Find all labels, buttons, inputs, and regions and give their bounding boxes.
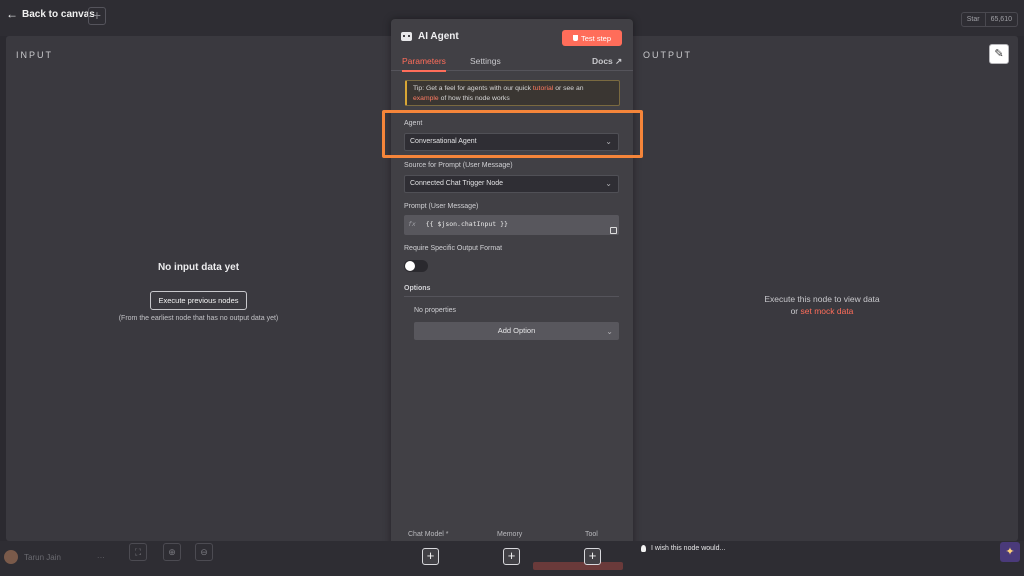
source-select-value: Connected Chat Trigger Node xyxy=(410,180,503,187)
tip-callout: Tip: Get a feel for agents with our quic… xyxy=(405,80,620,106)
tip-prefix: Tip: Get a feel for agents with our quic… xyxy=(413,85,531,92)
tool-connector-label: Tool xyxy=(585,531,598,538)
node-header: AI Agent xyxy=(401,31,459,42)
add-node-button[interactable]: + xyxy=(88,7,106,25)
docs-link[interactable]: Docs ↗ xyxy=(592,56,622,67)
test-step-button[interactable]: Test step xyxy=(562,30,622,46)
more-options-icon[interactable]: ··· xyxy=(97,553,105,562)
docs-label: Docs xyxy=(592,56,613,66)
options-label: Options xyxy=(404,285,431,292)
tab-settings[interactable]: Settings xyxy=(470,56,501,66)
add-option-label: Add Option xyxy=(497,326,536,335)
output-format-toggle[interactable] xyxy=(404,260,428,272)
output-format-label: Require Specific Output Format xyxy=(404,245,503,252)
zoom-in-button[interactable]: ⊕ xyxy=(163,543,181,561)
flask-icon xyxy=(572,35,578,41)
add-option-button[interactable]: Add Option ⌄ xyxy=(414,322,619,340)
add-chat-model-button[interactable]: + xyxy=(422,548,439,565)
pencil-icon: ✎ xyxy=(994,48,1004,60)
back-to-canvas-button[interactable]: ← Back to canvas xyxy=(6,7,95,21)
add-tool-button[interactable]: + xyxy=(584,548,601,565)
test-step-label: Test step xyxy=(580,33,611,43)
robot-icon xyxy=(401,32,412,41)
fit-view-icon: ⛶ xyxy=(134,547,142,557)
expression-icon: fx xyxy=(408,220,416,228)
input-empty-title: No input data yet xyxy=(157,262,240,273)
lightbulb-icon xyxy=(641,545,646,552)
avatar xyxy=(4,550,18,564)
tip-mid: or see an xyxy=(555,85,584,92)
options-divider xyxy=(404,296,619,297)
feedback-prompt[interactable]: I wish this node would... xyxy=(641,545,725,552)
input-panel-title: INPUT xyxy=(16,50,53,60)
node-parameters-panel: AI Agent Test step Parameters Settings D… xyxy=(391,19,633,557)
input-empty-hint: (From the earliest node that has no outp… xyxy=(118,315,279,322)
external-link-icon: ↗ xyxy=(615,56,623,66)
output-empty-message: Execute this node to view data xyxy=(764,294,880,304)
execute-workflow-button[interactable] xyxy=(533,562,623,570)
tip-tutorial-link[interactable]: tutorial xyxy=(533,85,553,92)
source-label: Source for Prompt (User Message) xyxy=(404,162,513,169)
chevron-down-icon: ⌄ xyxy=(606,327,613,336)
tip-example-link[interactable]: example xyxy=(413,95,439,102)
ai-assistant-button[interactable]: ✦ xyxy=(1000,542,1020,562)
fit-view-button[interactable]: ⛶ xyxy=(129,543,147,561)
arrow-left-icon: ← xyxy=(6,7,18,21)
source-select[interactable]: Connected Chat Trigger Node ⌄ xyxy=(404,175,619,193)
execute-previous-nodes-button[interactable]: Execute previous nodes xyxy=(150,291,247,310)
zoom-out-icon: ⊖ xyxy=(200,547,208,557)
toggle-knob xyxy=(405,261,415,271)
input-empty-state: No input data yet Execute previous nodes… xyxy=(116,262,281,324)
user-name: Tarun Jain xyxy=(24,552,61,562)
chevron-down-icon: ⌄ xyxy=(605,179,612,188)
expand-icon[interactable] xyxy=(610,227,617,234)
output-empty-state: Execute this node to view data or set mo… xyxy=(742,293,902,317)
memory-connector-label: Memory xyxy=(497,531,523,538)
no-properties-text: No properties xyxy=(414,307,457,314)
zoom-out-button[interactable]: ⊖ xyxy=(195,543,213,561)
tip-suffix: of how this node works xyxy=(440,95,510,102)
edit-output-button[interactable]: ✎ xyxy=(989,44,1009,64)
node-tabs: Parameters Settings Docs ↗ xyxy=(391,53,633,72)
sparkle-icon: ✦ xyxy=(1005,546,1015,558)
back-to-canvas-label: Back to canvas xyxy=(22,8,95,20)
add-memory-button[interactable]: + xyxy=(503,548,520,565)
prompt-input[interactable]: fx {{ $json.chatInput }} xyxy=(404,215,619,235)
output-or-text: or xyxy=(790,306,799,316)
node-title[interactable]: AI Agent xyxy=(418,31,459,42)
agent-highlight-annotation xyxy=(382,110,643,158)
user-menu[interactable]: Tarun Jain ··· xyxy=(4,550,105,564)
output-panel-title: OUTPUT xyxy=(643,50,692,60)
zoom-in-icon: ⊕ xyxy=(168,547,176,557)
prompt-value: {{ $json.chatInput }} xyxy=(425,220,508,228)
prompt-label: Prompt (User Message) xyxy=(404,203,479,210)
github-star-count: 65,610 xyxy=(984,13,1017,26)
github-star-label: Star xyxy=(966,16,980,23)
set-mock-data-link[interactable]: set mock data xyxy=(801,306,854,316)
github-star-button[interactable]: Star 65,610 xyxy=(960,12,1018,27)
tab-parameters[interactable]: Parameters xyxy=(402,56,446,72)
chat-model-connector-label: Chat Model * xyxy=(408,531,449,538)
wish-text: I wish this node would... xyxy=(651,545,726,552)
